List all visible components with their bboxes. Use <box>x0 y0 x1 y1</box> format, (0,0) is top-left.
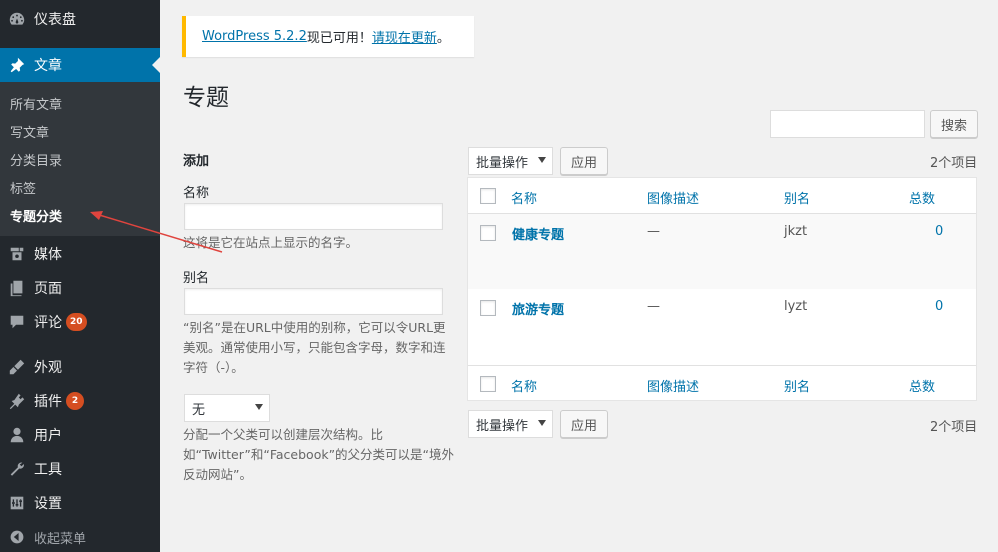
bulk-action-select-top[interactable]: 批量操作 <box>468 147 553 175</box>
column-slug[interactable]: 别名 <box>784 188 810 207</box>
wrench-icon <box>0 460 34 478</box>
slug-description: “别名”是在URL中使用的别称，它可以令URL更美观。通常使用小写，只能包含字母… <box>183 320 446 375</box>
items-count-top: 2个项目 <box>930 156 978 171</box>
apply-button-top[interactable]: 应用 <box>560 147 608 175</box>
appearance-icon <box>0 358 34 376</box>
settings-icon <box>0 494 34 512</box>
term-count-link[interactable]: 0 <box>935 224 943 239</box>
collapse-menu-button[interactable]: 收起菜单 <box>0 520 160 552</box>
term-name-link[interactable]: 健康专题 <box>512 224 564 243</box>
submenu-new-post[interactable]: 写文章 <box>10 122 49 141</box>
plugin-update-badge: 2 <box>66 392 84 410</box>
bulk-action-value: 批量操作 <box>476 155 529 171</box>
slug-input[interactable] <box>184 288 443 315</box>
search-button[interactable]: 搜索 <box>930 110 978 138</box>
update-notice: WordPress 5.2.2 现已可用！ 请现在更新 。 <box>182 16 474 57</box>
admin-sidebar: 仪表盘 文章 所有文章 写文章 分类目录 标签 专题分类 媒体 页面 评论 20 <box>0 0 160 552</box>
menu-label: 媒体 <box>34 247 62 263</box>
menu-label: 页面 <box>34 281 62 297</box>
term-name-link[interactable]: 旅游专题 <box>512 299 564 318</box>
term-description: — <box>647 299 660 314</box>
apply-button-bottom[interactable]: 应用 <box>560 410 608 438</box>
comment-count-badge: 20 <box>66 313 87 331</box>
table-header: 名称 图像描述 别名 总数 <box>468 178 976 214</box>
dropdown-arrow-icon <box>538 420 546 426</box>
menu-label: 工具 <box>34 462 62 478</box>
posts-submenu: 所有文章 写文章 分类目录 标签 专题分类 <box>0 82 160 236</box>
notice-text: 现已可用！ <box>306 31 372 46</box>
column-slug-footer[interactable]: 别名 <box>784 376 810 395</box>
table-row: 健康专题 — jkzt 0 <box>468 214 976 289</box>
column-count-footer[interactable]: 总数 <box>909 376 935 395</box>
menu-users[interactable]: 用户 <box>0 418 160 452</box>
name-label: 名称 <box>183 186 210 201</box>
menu-label: 文章 <box>34 58 62 74</box>
update-now-link[interactable]: 请现在更新 <box>372 27 437 46</box>
menu-settings[interactable]: 设置 <box>0 486 160 520</box>
terms-table: 名称 图像描述 别名 总数 健康专题 — jkzt 0 旅游专题 — lyzt … <box>467 177 977 401</box>
parent-select-value: 无 <box>192 402 206 418</box>
menu-label: 设置 <box>34 496 62 512</box>
menu-plugins[interactable]: 插件 2 <box>0 384 160 418</box>
dropdown-arrow-icon <box>538 157 546 163</box>
name-description: 这将是它在站点上显示的名字。 <box>183 235 359 250</box>
submenu-topic-taxonomy[interactable]: 专题分类 <box>10 206 62 225</box>
table-footer: 名称 图像描述 别名 总数 <box>468 365 976 401</box>
parent-description: 分配一个父类可以创建层次结构。比如“Twitter”和“Facebook”的父分… <box>183 427 455 482</box>
menu-appearance[interactable]: 外观 <box>0 350 160 384</box>
term-slug: lyzt <box>784 299 808 314</box>
menu-posts[interactable]: 文章 <box>0 48 160 82</box>
menu-tools[interactable]: 工具 <box>0 452 160 486</box>
menu-media[interactable]: 媒体 <box>0 237 160 271</box>
column-count[interactable]: 总数 <box>909 188 935 207</box>
menu-label: 用户 <box>34 428 62 444</box>
column-description[interactable]: 图像描述 <box>647 188 699 207</box>
slug-label: 别名 <box>183 271 210 286</box>
user-icon <box>0 426 34 444</box>
plugin-icon <box>0 392 34 410</box>
menu-pages[interactable]: 页面 <box>0 271 160 305</box>
add-form-heading: 添加 <box>183 154 210 169</box>
name-input[interactable] <box>184 203 443 230</box>
menu-dashboard[interactable]: 仪表盘 <box>0 2 160 36</box>
collapse-arrow-icon <box>0 529 34 545</box>
select-all-checkbox-footer[interactable] <box>480 376 496 392</box>
column-description-footer[interactable]: 图像描述 <box>647 376 699 395</box>
pin-icon <box>0 56 34 74</box>
term-description: — <box>647 224 660 239</box>
notice-end: 。 <box>436 31 450 46</box>
page-icon <box>0 279 34 297</box>
menu-label: 仪表盘 <box>34 12 76 28</box>
row-checkbox[interactable] <box>480 225 496 241</box>
submenu-tags[interactable]: 标签 <box>10 178 36 197</box>
submenu-all-posts[interactable]: 所有文章 <box>10 94 62 113</box>
menu-label: 外观 <box>34 360 62 376</box>
search-input[interactable] <box>770 110 925 138</box>
table-row: 旅游专题 — lyzt 0 <box>468 289 976 365</box>
menu-label: 评论 <box>34 315 62 331</box>
page-title: 专题 <box>183 85 229 111</box>
dropdown-arrow-icon <box>255 404 263 410</box>
select-all-checkbox[interactable] <box>480 188 496 204</box>
items-count-bottom: 2个项目 <box>930 420 978 435</box>
parent-select[interactable]: 无 <box>184 394 270 422</box>
media-icon <box>0 245 34 263</box>
column-name-footer[interactable]: 名称 <box>511 376 537 395</box>
column-name[interactable]: 名称 <box>511 188 537 207</box>
submenu-categories[interactable]: 分类目录 <box>10 150 62 169</box>
collapse-menu-label: 收起菜单 <box>34 531 87 547</box>
row-checkbox[interactable] <box>480 300 496 316</box>
menu-label: 插件 <box>34 394 62 410</box>
term-count-link[interactable]: 0 <box>935 299 943 314</box>
bulk-action-value: 批量操作 <box>476 418 529 434</box>
menu-comments[interactable]: 评论 20 <box>0 305 160 339</box>
dashboard-icon <box>0 10 34 28</box>
wordpress-version-link[interactable]: WordPress 5.2.2 <box>202 29 307 44</box>
term-slug: jkzt <box>784 224 808 239</box>
bulk-action-select-bottom[interactable]: 批量操作 <box>468 410 553 438</box>
comment-icon <box>0 313 34 331</box>
